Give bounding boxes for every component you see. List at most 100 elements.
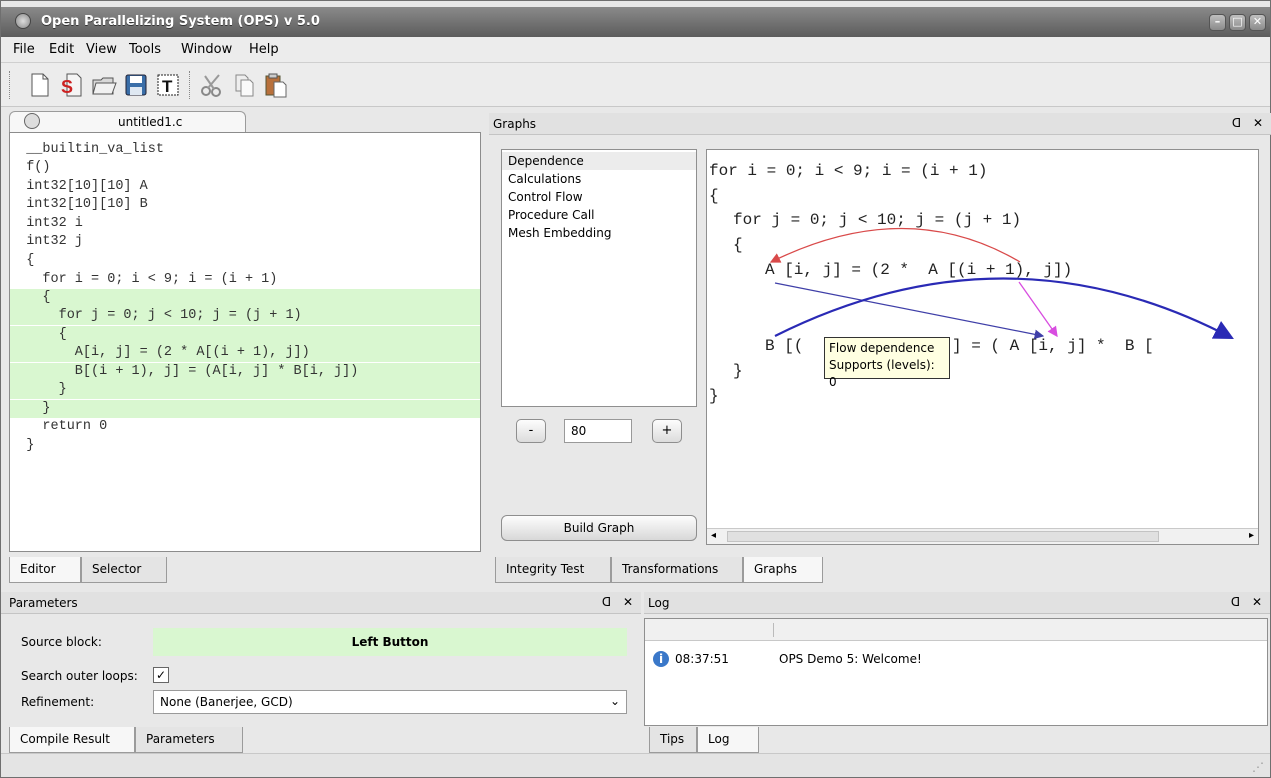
tooltip-line: Flow dependence bbox=[829, 341, 935, 355]
maximize-icon[interactable]: □ bbox=[1229, 14, 1246, 31]
code-line: int32[10][10] A bbox=[10, 179, 148, 194]
menu-view[interactable]: View bbox=[86, 42, 117, 57]
search-outer-loops-label: Search outer loops: bbox=[21, 669, 138, 683]
minimize-icon[interactable]: – bbox=[1209, 14, 1226, 31]
input-dependence-arrow[interactable] bbox=[1018, 281, 1058, 338]
list-item-dependence[interactable]: Dependence bbox=[502, 152, 696, 170]
status-bar: ⋰ bbox=[1, 753, 1270, 777]
code-line-highlighted: A[i, j] = (2 * A[(i + 1), j]) bbox=[10, 344, 480, 362]
code-line: int32[10][10] B bbox=[10, 197, 148, 212]
cut-icon[interactable] bbox=[199, 71, 225, 99]
copy-icon[interactable] bbox=[231, 71, 257, 99]
log-list[interactable]: i 08:37:51 OPS Demo 5: Welcome! bbox=[644, 618, 1268, 726]
scroll-right-icon[interactable]: ▸ bbox=[1249, 530, 1254, 541]
toolbar-grip bbox=[9, 71, 11, 99]
log-time: 08:37:51 bbox=[675, 652, 729, 666]
tab-tips[interactable]: Tips bbox=[649, 727, 697, 753]
scroll-left-icon[interactable]: ◂ bbox=[711, 530, 716, 541]
svg-text:S: S bbox=[61, 77, 73, 97]
menu-tools[interactable]: Tools bbox=[129, 42, 161, 57]
list-item-procedure-call[interactable]: Procedure Call bbox=[502, 206, 696, 224]
menu-bar: File Edit View Tools Window Help bbox=[1, 37, 1270, 63]
tab-graphs[interactable]: Graphs bbox=[743, 557, 823, 583]
paste-icon[interactable] bbox=[263, 71, 289, 99]
title-bar[interactable]: Open Parallelizing System (OPS) v 5.0 – … bbox=[1, 7, 1270, 37]
tab-parameters[interactable]: Parameters bbox=[135, 727, 243, 753]
open-s-icon[interactable]: S bbox=[59, 71, 85, 99]
log-dock-header: Log ᗡ ✕ bbox=[644, 592, 1270, 614]
parameters-dock-header: Parameters ᗡ ✕ bbox=[1, 592, 641, 614]
window-title: Open Parallelizing System (OPS) v 5.0 bbox=[41, 14, 320, 29]
flow-dependence-arrow[interactable] bbox=[774, 282, 1045, 340]
code-line: int32 i bbox=[10, 216, 83, 231]
code-line: return 0 bbox=[10, 419, 108, 434]
build-graph-button[interactable]: Build Graph bbox=[501, 515, 697, 541]
zoom-in-button[interactable]: + bbox=[652, 419, 682, 443]
dependence-tooltip: Flow dependence Supports (levels): 0 bbox=[824, 337, 950, 389]
log-table-header bbox=[645, 619, 1267, 641]
refinement-value: None (Banerjee, GCD) bbox=[160, 695, 293, 709]
graph-type-list[interactable]: Dependence Calculations Control Flow Pro… bbox=[501, 149, 697, 407]
code-line-highlighted: } bbox=[10, 381, 480, 399]
main-window: Open Parallelizing System (OPS) v 5.0 – … bbox=[0, 0, 1271, 778]
zoom-out-button[interactable]: - bbox=[516, 419, 546, 443]
tab-untitled1[interactable]: untitled1.c bbox=[9, 111, 246, 133]
tab-integrity-test[interactable]: Integrity Test bbox=[495, 557, 611, 583]
menu-file[interactable]: File bbox=[13, 42, 35, 57]
source-block-value[interactable]: Left Button bbox=[153, 628, 627, 656]
list-item-mesh-embedding[interactable]: Mesh Embedding bbox=[502, 224, 696, 242]
new-file-icon[interactable] bbox=[27, 71, 53, 99]
column-divider bbox=[773, 623, 774, 637]
menu-edit[interactable]: Edit bbox=[49, 42, 74, 57]
dependence-arrows bbox=[769, 227, 1234, 340]
code-line: for i = 0; i < 9; i = (i + 1) bbox=[10, 272, 278, 287]
parameters-title: Parameters bbox=[9, 596, 78, 610]
float-close-icon[interactable]: ᗡ ✕ bbox=[1231, 595, 1266, 609]
code-editor[interactable]: __builtin_va_list f() int32[10][10] A in… bbox=[9, 132, 481, 552]
save-icon[interactable] bbox=[123, 71, 149, 99]
code-line-highlighted: for j = 0; j < 10; j = (j + 1) bbox=[10, 307, 480, 325]
horizontal-scrollbar[interactable]: ◂ ▸ bbox=[707, 528, 1258, 544]
resize-grip-icon[interactable]: ⋰ bbox=[1252, 760, 1264, 774]
output-dependence-arrow[interactable] bbox=[774, 277, 1234, 340]
zoom-input[interactable]: 80 bbox=[564, 419, 632, 443]
menu-window[interactable]: Window bbox=[181, 42, 232, 57]
log-title: Log bbox=[648, 596, 670, 610]
info-icon: i bbox=[653, 651, 669, 667]
svg-text:T: T bbox=[162, 77, 173, 96]
tab-label: untitled1.c bbox=[118, 115, 183, 129]
code-line: int32 j bbox=[10, 234, 83, 249]
code-line: { bbox=[10, 253, 35, 268]
code-line-highlighted: B[(i + 1), j] = (A[i, j] * B[i, j]) bbox=[10, 363, 480, 381]
search-outer-loops-checkbox[interactable]: ✓ bbox=[153, 667, 169, 683]
refinement-select[interactable]: None (Banerjee, GCD) ⌄ bbox=[153, 690, 627, 714]
tab-editor[interactable]: Editor bbox=[9, 557, 81, 583]
tooltip-line: Supports (levels): 0 bbox=[829, 358, 935, 389]
code-line: } bbox=[10, 438, 35, 453]
toolbar: S T bbox=[1, 63, 1270, 107]
tab-log[interactable]: Log bbox=[697, 727, 759, 753]
graphs-title: Graphs bbox=[493, 117, 537, 131]
dependence-graph-canvas[interactable]: for i = 0; i < 9; i = (i + 1) { for j = … bbox=[706, 149, 1259, 545]
close-icon[interactable]: ✕ bbox=[1249, 14, 1266, 31]
open-folder-icon[interactable] bbox=[91, 71, 117, 99]
text-icon[interactable]: T bbox=[155, 71, 181, 99]
tab-transformations[interactable]: Transformations bbox=[611, 557, 743, 583]
chevron-down-icon: ⌄ bbox=[609, 694, 620, 708]
code-line-highlighted: { bbox=[10, 289, 480, 307]
graphs-dock-header: Graphs ᗡ ✕ bbox=[489, 113, 1271, 135]
float-close-icon[interactable]: ᗡ ✕ bbox=[602, 595, 637, 609]
log-message: OPS Demo 5: Welcome! bbox=[779, 652, 922, 666]
scrollbar-thumb[interactable] bbox=[727, 531, 1159, 542]
float-close-icon[interactable]: ᗡ ✕ bbox=[1232, 116, 1267, 130]
tab-selector[interactable]: Selector bbox=[81, 557, 167, 583]
tab-compile-result[interactable]: Compile Result bbox=[9, 727, 135, 753]
list-item-calculations[interactable]: Calculations bbox=[502, 170, 696, 188]
code-line: f() bbox=[10, 160, 51, 175]
app-logo-icon bbox=[15, 13, 31, 29]
anti-dependence-arrow[interactable] bbox=[769, 227, 1021, 263]
list-item-control-flow[interactable]: Control Flow bbox=[502, 188, 696, 206]
menu-help[interactable]: Help bbox=[249, 42, 279, 57]
code-line-highlighted: } bbox=[10, 400, 480, 418]
toolbar-separator bbox=[189, 71, 191, 99]
